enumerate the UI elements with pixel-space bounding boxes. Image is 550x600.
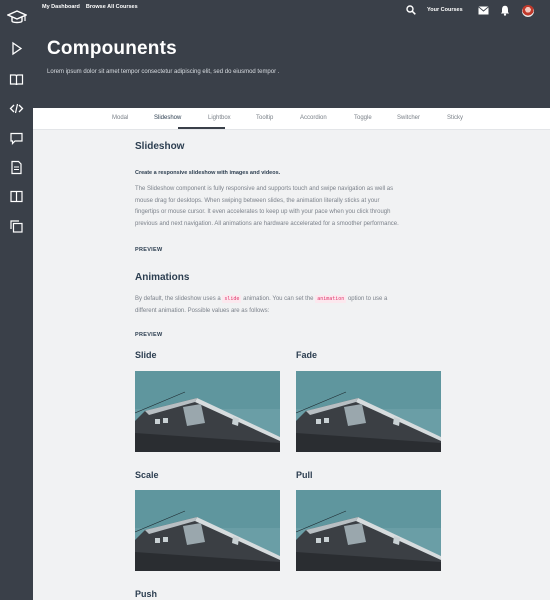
preview-label: PREVIEW — [135, 332, 163, 338]
tab-toggle[interactable]: Toggle — [354, 115, 372, 121]
book-icon[interactable] — [9, 72, 24, 87]
columns-icon[interactable] — [9, 189, 24, 204]
text-span: By default, the slideshow uses a — [135, 296, 223, 302]
document-icon[interactable] — [9, 160, 24, 175]
slideshow-heading: Slideshow — [135, 141, 185, 152]
tab-modal[interactable]: Modal — [112, 115, 128, 121]
tab-sticky[interactable]: Sticky — [447, 115, 463, 121]
user-avatar[interactable] — [522, 5, 534, 17]
paragraph-line: different animation. Possible values are… — [135, 307, 270, 314]
tab-tooltip[interactable]: Tooltip — [256, 115, 273, 121]
slideshow-image[interactable] — [135, 371, 280, 452]
top-nav: My Dashboard Browse All Courses — [42, 4, 144, 10]
slideshow-description: The Slideshow component is fully respons… — [135, 184, 440, 230]
comment-icon[interactable] — [9, 131, 24, 146]
page-title: Compounents — [47, 38, 177, 59]
slideshow-image[interactable] — [296, 490, 441, 571]
example-title-fade: Fade — [296, 350, 318, 360]
search-icon[interactable] — [406, 5, 416, 15]
your-courses-link[interactable]: Your Courses — [427, 7, 463, 13]
active-tab-indicator — [178, 127, 225, 129]
tab-switcher[interactable]: Switcher — [397, 115, 420, 121]
slideshow-image[interactable] — [296, 371, 441, 452]
envelope-icon[interactable] — [478, 6, 489, 15]
example-title-pull: Pull — [296, 470, 313, 480]
paragraph-line: fingertips or mouse cursor. It even acce… — [135, 209, 391, 215]
browse-courses-link[interactable]: Browse All Courses — [86, 4, 138, 10]
copy-icon[interactable] — [9, 219, 24, 234]
paragraph-line: The Slideshow component is fully respons… — [135, 186, 394, 192]
tab-slideshow[interactable]: Slideshow — [154, 115, 181, 121]
my-dashboard-link[interactable]: My Dashboard — [42, 4, 80, 10]
sidebar — [0, 0, 33, 600]
play-icon[interactable] — [9, 41, 24, 56]
paragraph-line: By default, the slideshow uses a slide a… — [135, 294, 440, 306]
code-icon[interactable] — [9, 101, 24, 116]
text-span: animation. You can set the — [241, 296, 316, 302]
bell-icon[interactable] — [500, 5, 510, 16]
animations-description: By default, the slideshow uses a slide a… — [135, 294, 440, 317]
example-title-scale: Scale — [135, 470, 159, 480]
page-subtitle: Lorem ipsum dolor sit amet tempor consec… — [47, 69, 280, 75]
graduation-cap-icon[interactable] — [7, 9, 27, 27]
house-photo — [135, 490, 280, 571]
page-header: My Dashboard Browse All Courses Your Cour… — [33, 0, 550, 108]
inline-code: animation — [315, 295, 347, 303]
example-title-slide: Slide — [135, 350, 157, 360]
paragraph-line: previous and next navigation. All animat… — [135, 220, 399, 227]
house-photo — [296, 371, 441, 452]
preview-label: PREVIEW — [135, 247, 163, 253]
text-span: option to use a — [346, 296, 388, 302]
paragraph-line: mouse drag for desktops. When swiping be… — [135, 197, 380, 204]
slideshow-lead: Create a responsive slideshow with image… — [135, 170, 281, 176]
example-title-push: Push — [135, 589, 158, 599]
inline-code: slide — [222, 295, 242, 303]
slideshow-image[interactable] — [135, 490, 280, 571]
animations-heading: Animations — [135, 272, 190, 283]
house-photo — [135, 371, 280, 452]
house-photo — [296, 490, 441, 571]
tab-accordion[interactable]: Accordion — [300, 115, 327, 121]
component-tabs: Modal Slideshow Lightbox Tooltip Accordi… — [33, 108, 550, 130]
tab-lightbox[interactable]: Lightbox — [208, 115, 231, 121]
